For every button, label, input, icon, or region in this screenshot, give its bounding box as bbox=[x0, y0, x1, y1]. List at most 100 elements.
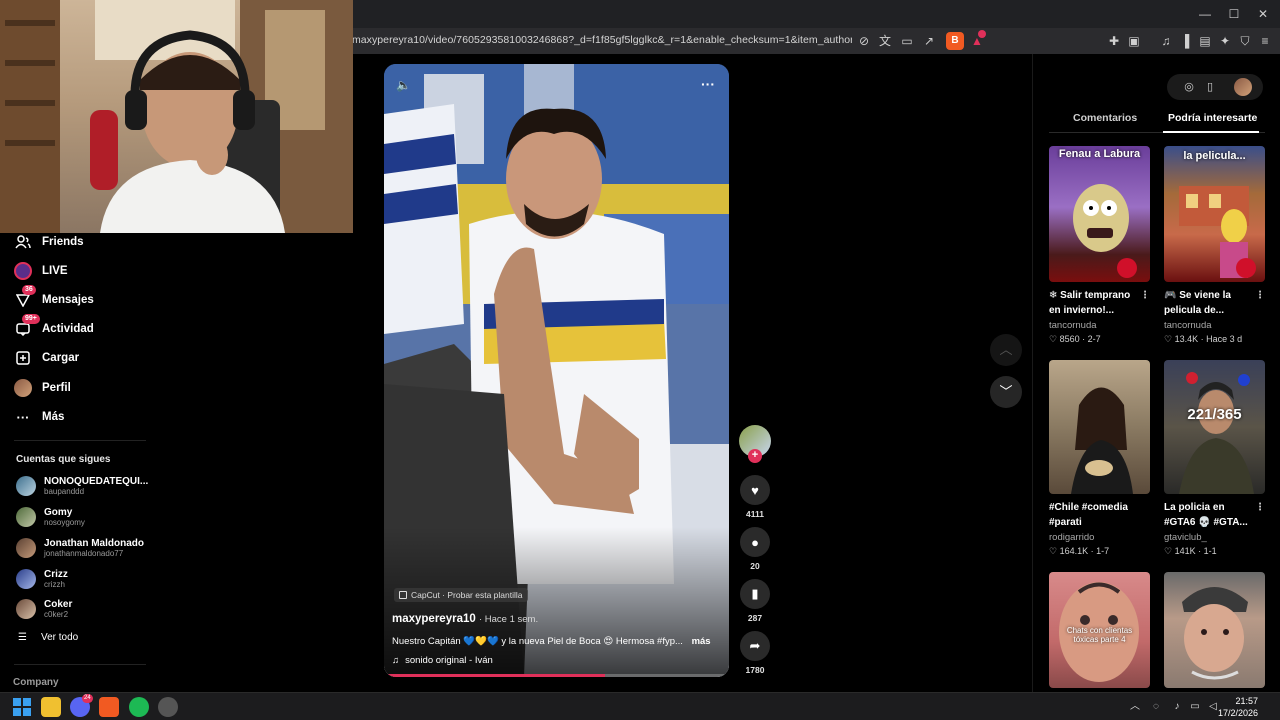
share-count: 1780 bbox=[745, 665, 765, 675]
card-author[interactable]: tancornuda bbox=[1164, 320, 1265, 331]
share-arrow-icon[interactable]: ➦ bbox=[740, 631, 770, 661]
card-stats: ♡ 164.1K · 1-7 bbox=[1049, 546, 1110, 556]
nav-messages[interactable]: 36 Mensajes bbox=[14, 285, 94, 311]
card-author[interactable]: rodigarrido bbox=[1049, 532, 1150, 543]
vpn-icon[interactable]: ⛉ bbox=[1236, 32, 1254, 50]
previous-video-button[interactable]: ︿ bbox=[990, 334, 1022, 366]
minimize-button[interactable]: — bbox=[1190, 4, 1220, 24]
card-menu-icon[interactable]: ⋮ bbox=[1140, 288, 1150, 303]
card-menu-icon[interactable]: ⋮ bbox=[1255, 288, 1265, 303]
see-all-button[interactable]: ☰ Ver todo bbox=[18, 632, 78, 643]
account-name: Gomy bbox=[44, 507, 73, 518]
no-track-icon[interactable]: ⊘ bbox=[855, 32, 873, 50]
tab-comments[interactable]: Comentarios bbox=[1073, 112, 1137, 124]
cast-icon[interactable]: ▭ bbox=[898, 32, 916, 50]
media-icon[interactable]: ♫ bbox=[1157, 32, 1175, 50]
following-title: Cuentas que sigues bbox=[16, 454, 111, 465]
nav-friends[interactable]: Friends bbox=[14, 231, 84, 253]
close-window-button[interactable]: ✕ bbox=[1248, 4, 1278, 24]
account-avatar bbox=[16, 476, 36, 496]
video-player[interactable]: 🔈 ··· CapCut · Probar esta plantilla max… bbox=[384, 64, 729, 677]
obs-icon[interactable] bbox=[158, 697, 178, 717]
recommended-card[interactable]: 221/365 La policia en #GTA6 💀 #GTA... ⋮ g… bbox=[1164, 360, 1265, 557]
account-item[interactable]: Coker c0ker2 bbox=[16, 599, 72, 619]
maximize-button[interactable]: ☐ bbox=[1219, 4, 1249, 24]
nav-live[interactable]: LIVE bbox=[14, 260, 68, 282]
menu-icon[interactable]: ≡ bbox=[1256, 32, 1274, 50]
windows-start-icon[interactable] bbox=[12, 697, 32, 717]
card-overlay-text: Fenau a Labura bbox=[1058, 148, 1141, 160]
account-username: baupanddd bbox=[44, 487, 85, 496]
nav-profile[interactable]: Perfil bbox=[14, 377, 71, 399]
account-item[interactable]: Crizz crizzh bbox=[16, 569, 68, 589]
nav-friends-label: Friends bbox=[42, 236, 84, 248]
discord-badge: 24 bbox=[82, 694, 93, 703]
messages-badge: 36 bbox=[22, 285, 36, 295]
active-tab-indicator bbox=[1163, 131, 1259, 133]
share-icon[interactable]: ↗ bbox=[920, 32, 938, 50]
card-menu-icon[interactable]: ⋮ bbox=[1255, 500, 1265, 515]
address-bar[interactable]: maxypereyra10/video/7605293581003246868?… bbox=[352, 34, 852, 46]
description-more-link[interactable]: más bbox=[692, 636, 711, 647]
like-count: 4111 bbox=[746, 509, 764, 519]
recommended-card[interactable] bbox=[1164, 572, 1265, 688]
wallet-icon[interactable]: ▤ bbox=[1196, 32, 1214, 50]
nav-activity[interactable]: 99+ Actividad bbox=[14, 314, 94, 340]
account-avatar bbox=[16, 507, 36, 527]
file-explorer-icon[interactable] bbox=[41, 697, 61, 717]
recommended-card[interactable]: la pelicula... 🎮 Se viene la pelicula de… bbox=[1164, 146, 1265, 345]
leo-ai-icon[interactable]: ✦ bbox=[1216, 32, 1234, 50]
user-avatar[interactable] bbox=[1234, 78, 1252, 96]
volume-icon[interactable]: 🔈 bbox=[396, 78, 411, 92]
account-item[interactable]: NONOQUEDATEQUI... baupanddd bbox=[16, 476, 148, 496]
card-title: 🎮 Se viene la pelicula de... ⋮ bbox=[1164, 288, 1265, 316]
sidebar-toggle-icon[interactable]: ▐ bbox=[1176, 32, 1194, 50]
nav-more[interactable]: ··· Más bbox=[14, 406, 65, 428]
save-action: ▮ 287 bbox=[740, 579, 770, 623]
share-action: ➦ 1780 bbox=[740, 631, 770, 675]
company-link[interactable]: Company bbox=[13, 677, 59, 688]
compass-icon[interactable]: ◎ bbox=[1180, 78, 1198, 96]
recommended-card[interactable]: #Chile #comedia #parati rodigarrido ♡ 16… bbox=[1049, 360, 1150, 557]
brave-browser-icon[interactable] bbox=[99, 697, 119, 717]
recommended-card[interactable]: Chats con clientas tóxicas parte 4 bbox=[1049, 572, 1150, 688]
network-icon[interactable]: ▭ bbox=[1188, 700, 1202, 714]
comment-icon[interactable]: ● bbox=[740, 527, 770, 557]
tray-app-icon[interactable]: ◌ bbox=[1149, 700, 1163, 714]
windows-taskbar: 24 ︿ ◌ ♪ ▭ ◁ 21:57 17/2/2026 bbox=[0, 692, 1280, 720]
video-sound[interactable]: ♫ sonido original - Iván bbox=[392, 655, 493, 666]
rewards-badge bbox=[978, 30, 986, 38]
next-video-button[interactable]: ﹀ bbox=[990, 376, 1022, 408]
upload-icon bbox=[14, 349, 32, 367]
card-thumbnail: 221/365 bbox=[1164, 360, 1265, 494]
screenshot-icon[interactable]: ▣ bbox=[1125, 32, 1143, 50]
extensions-icon[interactable]: ✚ bbox=[1105, 32, 1123, 50]
brave-shields-icon[interactable]: B bbox=[946, 32, 964, 50]
translate-icon[interactable]: 文 bbox=[876, 32, 894, 50]
card-author[interactable]: gtaviclub_ bbox=[1164, 532, 1265, 543]
follow-plus-button[interactable]: + bbox=[748, 449, 762, 463]
card-author[interactable]: tancornuda bbox=[1049, 320, 1150, 331]
activity-badge: 99+ bbox=[22, 314, 40, 324]
capcut-template-link[interactable]: CapCut · Probar esta plantilla bbox=[394, 588, 528, 602]
nav-upload[interactable]: Cargar bbox=[14, 347, 79, 369]
nav-activity-label: Actividad bbox=[42, 323, 94, 335]
video-progress-bar[interactable] bbox=[384, 674, 729, 677]
video-description: Nuestro Capitán 💙💛💙 y la nueva Piel de B… bbox=[392, 636, 711, 647]
bookmark-icon[interactable]: ▮ bbox=[740, 579, 770, 609]
video-author[interactable]: maxypereyra10 bbox=[392, 613, 476, 625]
video-description-text: Nuestro Capitán 💙💛💙 y la nueva Piel de B… bbox=[392, 636, 683, 647]
video-more-icon[interactable]: ··· bbox=[701, 76, 715, 92]
account-item[interactable]: Gomy nosoygomy bbox=[16, 507, 85, 527]
comment-action: ● 20 bbox=[740, 527, 770, 571]
tab-recommended[interactable]: Podría interesarte bbox=[1168, 112, 1257, 124]
account-item[interactable]: Jonathan Maldonado jonathanmaldonado77 bbox=[16, 538, 144, 558]
device-icon[interactable]: ▯ bbox=[1201, 78, 1219, 96]
recommended-card[interactable]: Fenau a Labura ❄ Salir temprano en invie… bbox=[1049, 146, 1150, 345]
card-title: #Chile #comedia #parati bbox=[1049, 502, 1128, 528]
system-clock[interactable]: 21:57 17/2/2026 bbox=[1218, 695, 1258, 719]
tray-chevron-icon[interactable]: ︿ bbox=[1128, 700, 1142, 714]
spotify-icon[interactable] bbox=[129, 697, 149, 717]
heart-icon[interactable]: ♥ bbox=[740, 475, 770, 505]
microphone-icon[interactable]: ♪ bbox=[1170, 700, 1184, 714]
